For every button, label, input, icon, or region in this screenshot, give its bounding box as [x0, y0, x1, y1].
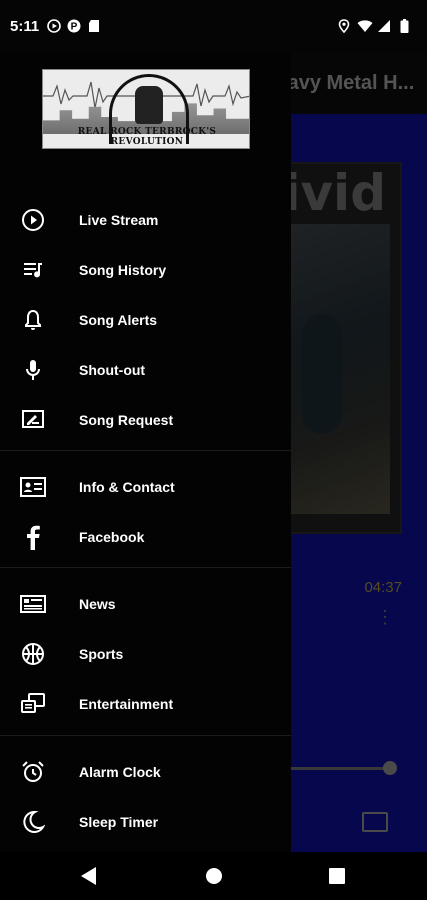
menu-item-label: Facebook — [79, 529, 145, 545]
request-icon — [20, 407, 46, 433]
menu-item-label: Alarm Clock — [79, 764, 161, 780]
microphone-icon — [20, 357, 46, 383]
menu-item-live-stream[interactable]: Live Stream — [0, 195, 291, 245]
menu-item-sports[interactable]: Sports — [0, 629, 291, 679]
pinterest-icon: P — [67, 19, 81, 33]
menu-item-label: Shout-out — [79, 362, 146, 378]
status-bar: 5:11 P — [0, 0, 427, 52]
location-icon — [337, 19, 351, 34]
menu-item-info-contact[interactable]: Info & Contact — [0, 462, 291, 512]
facebook-icon — [20, 524, 46, 550]
home-icon[interactable] — [205, 867, 223, 890]
entertainment-icon — [20, 691, 46, 717]
menu-item-facebook[interactable]: Facebook — [0, 512, 291, 562]
menu-item-label: Song Request — [79, 412, 174, 428]
basketball-icon — [20, 641, 46, 667]
bell-icon — [20, 307, 46, 333]
back-icon[interactable] — [80, 866, 98, 891]
menu-item-label: Sleep Timer — [79, 814, 159, 830]
menu-item-label: News — [79, 596, 116, 612]
menu-item-news[interactable]: News — [0, 579, 291, 629]
play-circle-icon — [47, 19, 62, 33]
menu-divider — [0, 735, 291, 736]
menu-divider — [0, 450, 291, 451]
menu-item-label: Info & Contact — [79, 479, 175, 495]
battery-icon — [397, 19, 411, 33]
menu-item-label: Entertainment — [79, 696, 174, 712]
menu-item-song-history[interactable]: Song History — [0, 245, 291, 295]
menu-item-entertainment[interactable]: Entertainment — [0, 679, 291, 729]
playlist-icon — [20, 257, 46, 283]
sd-card-icon — [87, 19, 101, 33]
menu-item-label: Live Stream — [79, 212, 159, 228]
menu-divider — [0, 567, 291, 568]
menu-item-song-request[interactable]: Song Request — [0, 395, 291, 445]
wifi-icon — [357, 19, 373, 33]
play-circle-icon — [20, 207, 46, 233]
menu-item-label: Song History — [79, 262, 167, 278]
recents-icon[interactable] — [329, 868, 345, 889]
menu-item-label: Sports — [79, 646, 124, 662]
logo-caption: REAL ROCK TERBROCK'S REVOLUTION — [77, 127, 217, 147]
menu-item-alarm-clock[interactable]: Alarm Clock — [0, 747, 291, 797]
news-icon — [20, 591, 46, 617]
status-time: 5:11 — [10, 17, 40, 35]
menu-item-sleep-timer[interactable]: Sleep Timer — [0, 797, 291, 847]
menu-item-label: Song Alerts — [79, 312, 158, 328]
moon-icon — [20, 809, 46, 835]
navigation-drawer: REAL ROCK TERBROCK'S REVOLUTION Live Str… — [0, 52, 291, 852]
menu-item-shout-out[interactable]: Shout-out — [0, 345, 291, 395]
fist-graphic — [135, 86, 163, 124]
svg-text:P: P — [71, 22, 78, 33]
system-navigation-bar — [0, 852, 427, 900]
alarm-clock-icon — [20, 759, 46, 785]
signal-icon — [377, 19, 391, 33]
menu-item-song-alerts[interactable]: Song Alerts — [0, 295, 291, 345]
contact-card-icon — [20, 474, 46, 500]
station-logo: REAL ROCK TERBROCK'S REVOLUTION — [42, 69, 250, 149]
